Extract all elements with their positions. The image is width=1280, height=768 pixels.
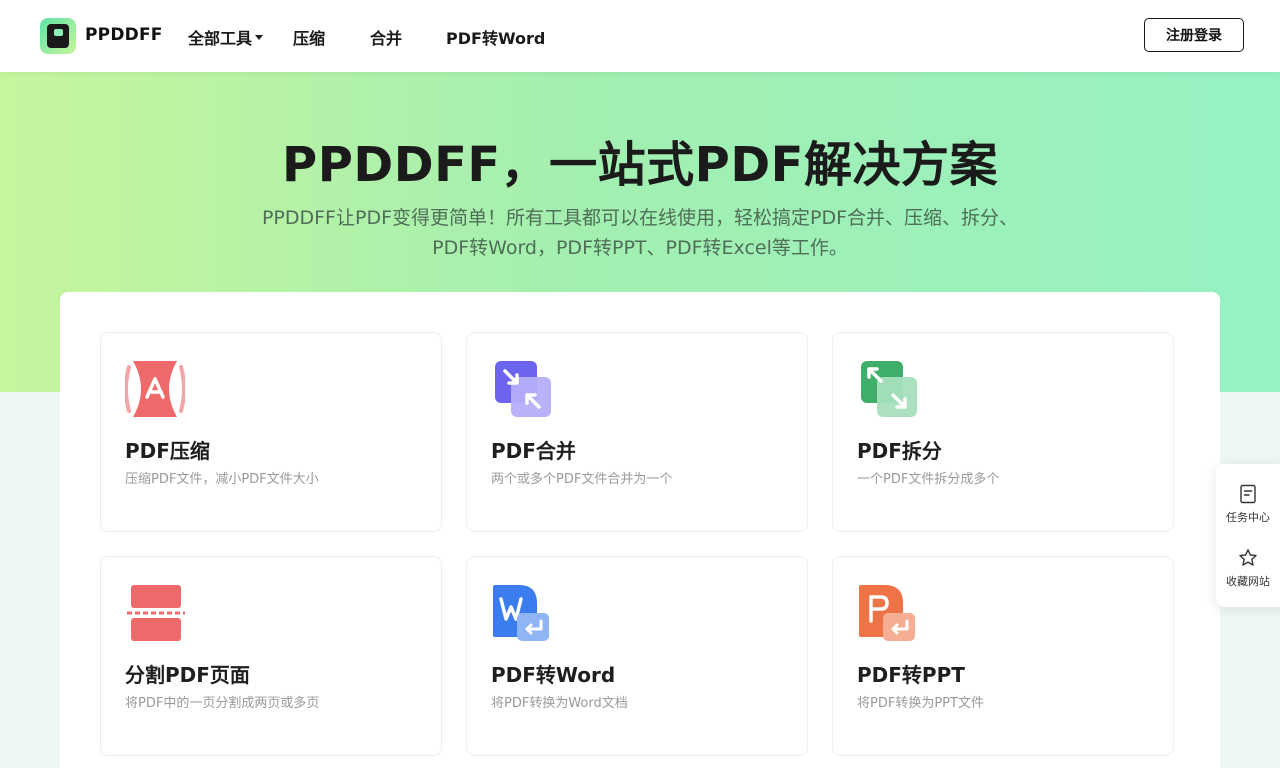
hero-subtitle: PPDDFF让PDF变得更简单！所有工具都可以在线使用，轻松搞定PDF合并、压缩… bbox=[0, 203, 1280, 263]
nav-compress[interactable]: 压缩 bbox=[293, 25, 325, 49]
nav-merge[interactable]: 合并 bbox=[370, 25, 402, 49]
task-list-icon bbox=[1240, 484, 1256, 504]
favorite-site-button[interactable]: 收藏网站 bbox=[1216, 548, 1280, 589]
tool-desc: 两个或多个PDF文件合并为一个 bbox=[491, 472, 673, 487]
caret-down-icon bbox=[255, 35, 264, 40]
ppt-icon bbox=[859, 585, 915, 641]
tool-title: 分割PDF页面 bbox=[125, 663, 250, 687]
hero-title: PPDDFF，一站式PDF解决方案 bbox=[282, 137, 998, 193]
nav-all-tools-label: 全部工具 bbox=[188, 29, 253, 48]
tool-card-compress[interactable]: PDF压缩 压缩PDF文件，减小PDF文件大小 bbox=[100, 332, 442, 532]
login-button[interactable]: 注册登录 bbox=[1144, 18, 1244, 52]
tool-title: PDF压缩 bbox=[125, 439, 210, 463]
tool-desc: 将PDF中的一页分割成两页或多页 bbox=[125, 696, 320, 711]
logo-icon[interactable] bbox=[40, 18, 76, 54]
page-split-icon bbox=[127, 585, 185, 641]
page: PPDDFF 全部工具 压缩 合并 PDF转Word 注册登录 PPDDFF，一… bbox=[0, 0, 1280, 768]
tool-card-split[interactable]: PDF拆分 一个PDF文件拆分成多个 bbox=[832, 332, 1174, 532]
tool-title: PDF合并 bbox=[491, 439, 576, 463]
tool-desc: 将PDF转换为PPT文件 bbox=[857, 696, 984, 711]
brand-name[interactable]: PPDDFF bbox=[85, 25, 163, 45]
hero-subtitle-line-2: PDF转Word，PDF转PPT、PDF转Excel等工作。 bbox=[432, 237, 848, 259]
star-icon bbox=[1239, 549, 1257, 566]
tools-panel: PDF压缩 压缩PDF文件，减小PDF文件大小 PDF合并 两个或多个PDF文件… bbox=[60, 292, 1220, 768]
nav-all-tools[interactable]: 全部工具 bbox=[188, 25, 264, 49]
split-icon bbox=[861, 361, 917, 417]
tool-desc: 将PDF转换为Word文档 bbox=[491, 696, 628, 711]
side-float-panel: 任务中心 收藏网站 bbox=[1216, 464, 1280, 607]
nav-pdf-to-word[interactable]: PDF转Word bbox=[446, 25, 545, 49]
merge-icon bbox=[495, 361, 551, 417]
hero-subtitle-line-1: PPDDFF让PDF变得更简单！所有工具都可以在线使用，轻松搞定PDF合并、压缩… bbox=[261, 207, 1019, 229]
tool-card-pdf-to-ppt[interactable]: PDF转PPT 将PDF转换为PPT文件 bbox=[832, 556, 1174, 756]
task-center-button[interactable]: 任务中心 bbox=[1216, 484, 1280, 525]
tool-desc: 压缩PDF文件，减小PDF文件大小 bbox=[125, 472, 319, 487]
word-icon bbox=[493, 585, 549, 641]
tool-card-merge[interactable]: PDF合并 两个或多个PDF文件合并为一个 bbox=[466, 332, 808, 532]
task-center-label: 任务中心 bbox=[1226, 511, 1270, 524]
tool-card-pdf-to-word[interactable]: PDF转Word 将PDF转换为Word文档 bbox=[466, 556, 808, 756]
tool-title: PDF转PPT bbox=[857, 663, 965, 687]
tool-desc: 一个PDF文件拆分成多个 bbox=[857, 472, 1000, 487]
favorite-site-label: 收藏网站 bbox=[1226, 575, 1270, 588]
top-header: PPDDFF 全部工具 压缩 合并 PDF转Word 注册登录 bbox=[0, 0, 1280, 72]
compress-icon bbox=[125, 361, 185, 417]
tool-card-page-split[interactable]: 分割PDF页面 将PDF中的一页分割成两页或多页 bbox=[100, 556, 442, 756]
tool-title: PDF拆分 bbox=[857, 439, 942, 463]
tool-title: PDF转Word bbox=[491, 663, 616, 687]
